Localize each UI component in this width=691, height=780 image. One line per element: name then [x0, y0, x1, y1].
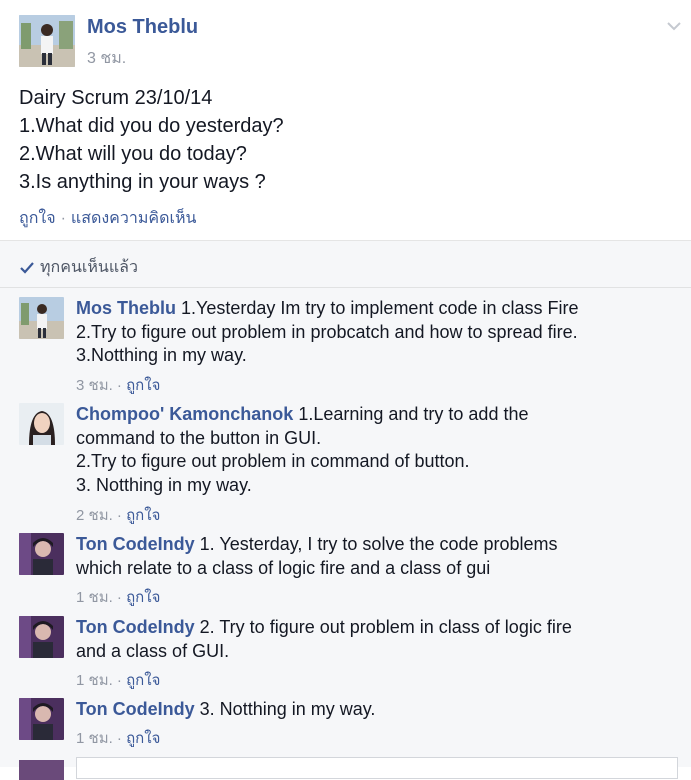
- post-line: 1.What did you do yesterday?: [19, 115, 284, 137]
- meta-separator: ·: [116, 507, 122, 524]
- meta-separator: ·: [116, 672, 122, 689]
- comment-line: 3. Notthing in my way.: [76, 474, 252, 495]
- current-user-avatar: [19, 760, 64, 780]
- comment-line: 3.Notthing in my way.: [76, 345, 247, 365]
- comment-time[interactable]: 3 ชม.: [76, 377, 113, 394]
- meta-separator: ·: [116, 730, 122, 747]
- comment-text: Ton CodeIndy 3. Notthing in my way.: [76, 698, 676, 722]
- post-line: 2.What will you do today?: [19, 143, 247, 165]
- comment-line: command to the button in GUI.: [76, 427, 322, 448]
- comment-meta: 1 ชม. · ถูกใจ: [76, 585, 160, 609]
- commenter-name[interactable]: Ton CodeIndy: [76, 699, 195, 719]
- commenter-name[interactable]: Chompoo' Kamonchanok: [76, 404, 293, 424]
- comment-text: Ton CodeIndy 2. Try to figure out proble…: [76, 616, 676, 663]
- comment-like-link[interactable]: ถูกใจ: [126, 507, 160, 524]
- comment-line: and a class of GUI.: [76, 640, 230, 661]
- commenter-avatar[interactable]: [19, 297, 64, 339]
- meta-separator: ·: [116, 589, 122, 606]
- comment-line: 1.Learning and try to add the: [298, 404, 529, 424]
- chevron-down-icon[interactable]: [664, 16, 684, 36]
- comment-meta: 1 ชม. · ถูกใจ: [76, 668, 160, 692]
- comment-line: 2.Try to figure out problem in probcatch…: [76, 321, 578, 342]
- post-timestamp[interactable]: 3 ชม.: [87, 46, 126, 71]
- comment-time[interactable]: 1 ชม.: [76, 672, 113, 689]
- comment-input[interactable]: [76, 757, 678, 779]
- commenter-name[interactable]: Ton CodeIndy: [76, 534, 195, 554]
- commenter-avatar[interactable]: [19, 403, 64, 445]
- seen-label: ทุกคนเห็นแล้ว: [40, 259, 138, 276]
- comment-line: 1. Yesterday, I try to solve the code pr…: [199, 534, 558, 554]
- comment-time[interactable]: 2 ชม.: [76, 507, 113, 524]
- commenter-avatar[interactable]: [19, 616, 64, 658]
- post-body: Dairy Scrum 23/10/14 1.What did you do y…: [19, 84, 669, 196]
- comment-time[interactable]: 1 ชม.: [76, 589, 113, 606]
- comment-text: Chompoo' Kamonchanok 1.Learning and try …: [76, 403, 676, 497]
- comment-text: Ton CodeIndy 1. Yesterday, I try to solv…: [76, 533, 676, 580]
- like-link[interactable]: ถูกใจ: [19, 210, 56, 227]
- check-icon: [20, 261, 34, 274]
- comment-like-link[interactable]: ถูกใจ: [126, 377, 160, 394]
- comment-link[interactable]: แสดงความคิดเห็น: [71, 210, 197, 227]
- post-actions: ถูกใจ · แสดงความคิดเห็น: [19, 206, 196, 231]
- action-separator: ·: [60, 210, 66, 227]
- comment-line: which relate to a class of logic fire an…: [76, 557, 491, 578]
- meta-separator: ·: [116, 377, 122, 394]
- comment-like-link[interactable]: ถูกใจ: [126, 730, 160, 747]
- divider: [0, 287, 691, 288]
- comment-time[interactable]: 1 ชม.: [76, 730, 113, 747]
- commenter-avatar[interactable]: [19, 698, 64, 740]
- post-author-name[interactable]: Mos Theblu: [87, 16, 198, 39]
- post-card: Mos Theblu 3 ชม. Dairy Scrum 23/10/14 1.…: [0, 0, 691, 240]
- comment-like-link[interactable]: ถูกใจ: [126, 672, 160, 689]
- comment-line: 2. Try to figure out problem in class of…: [199, 617, 572, 637]
- comment-text: Mos Theblu 1.Yesterday Im try to impleme…: [76, 297, 676, 368]
- commenter-name[interactable]: Ton CodeIndy: [76, 617, 195, 637]
- comment-line: 1.Yesterday Im try to implement code in …: [181, 298, 579, 318]
- comment-like-link[interactable]: ถูกใจ: [126, 589, 160, 606]
- seen-by-all[interactable]: ทุกคนเห็นแล้ว: [20, 255, 138, 280]
- comment-meta: 3 ชม. · ถูกใจ: [76, 373, 160, 397]
- comments-section: ทุกคนเห็นแล้ว Mos Theblu 1.Yesterday Im …: [0, 240, 691, 780]
- commenter-name[interactable]: Mos Theblu: [76, 298, 176, 318]
- commenter-avatar[interactable]: [19, 533, 64, 575]
- post-line: 3.Is anything in your ways ?: [19, 171, 266, 193]
- comment-line: 2.Try to figure out problem in command o…: [76, 451, 470, 471]
- post-line: Dairy Scrum 23/10/14: [19, 87, 213, 109]
- comment-line: 3. Notthing in my way.: [199, 699, 376, 719]
- comment-meta: 2 ชม. · ถูกใจ: [76, 503, 160, 527]
- post-author-avatar[interactable]: [19, 15, 75, 67]
- comment-meta: 1 ชม. · ถูกใจ: [76, 726, 160, 750]
